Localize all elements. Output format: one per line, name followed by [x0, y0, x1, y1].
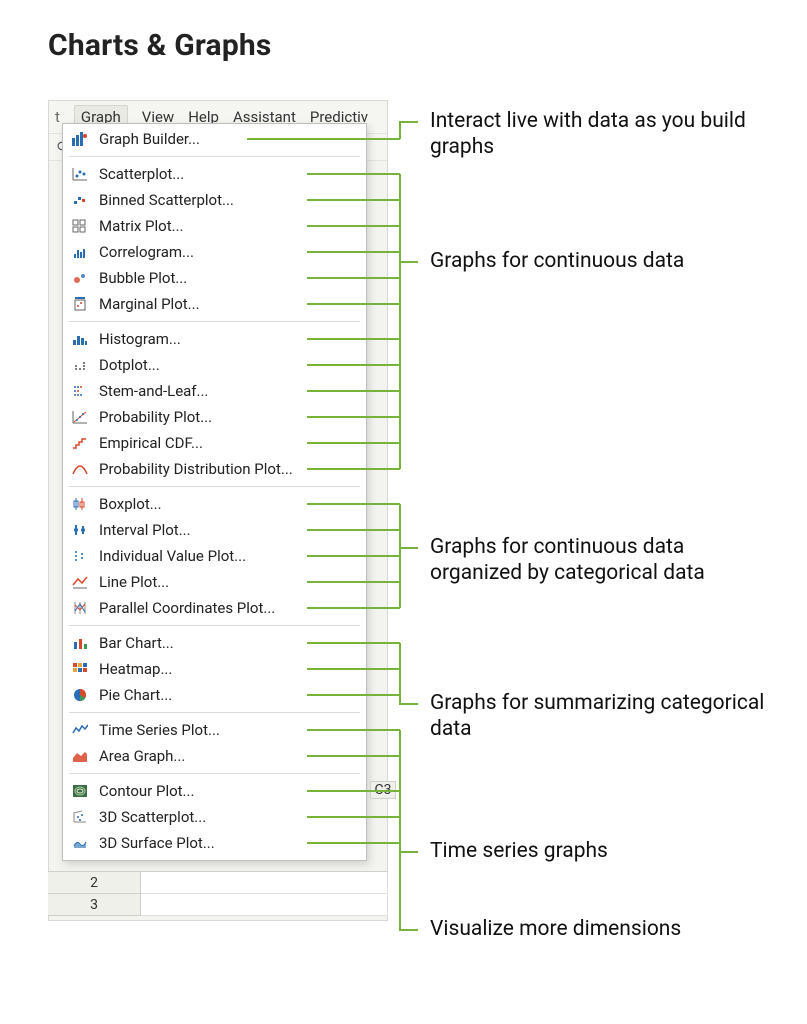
menu-item-graph-builder[interactable]: Graph Builder... [63, 126, 366, 152]
menu-item-binned-scatterplot[interactable]: Binned Scatterplot... [63, 187, 366, 213]
time-series-icon [71, 722, 89, 738]
annotation-categorical-summary: Graphs for summarizing categorical data [430, 690, 770, 743]
menu-item-area-graph[interactable]: Area Graph... [63, 743, 366, 769]
pie-chart-icon [71, 687, 89, 703]
marginal-plot-icon [71, 296, 89, 312]
menu-item-label: Empirical CDF... [99, 434, 203, 452]
parallel-coordinates-icon [71, 600, 89, 616]
annotation-continuous: Graphs for continuous data [430, 248, 684, 274]
menu-item-correlogram[interactable]: Correlogram... [63, 239, 366, 265]
menu-item-parallel-coordinates-plot[interactable]: Parallel Coordinates Plot... [63, 595, 366, 621]
menu-separator [69, 712, 360, 713]
probability-plot-icon [71, 409, 89, 425]
menu-item-bubble-plot[interactable]: Bubble Plot... [63, 265, 366, 291]
menu-separator [69, 156, 360, 157]
menu-item-label: Contour Plot... [99, 782, 194, 800]
menu-item-probability-distribution-plot[interactable]: Probability Distribution Plot... [63, 456, 366, 482]
page-title: Charts & Graphs [48, 28, 272, 63]
boxplot-icon [71, 496, 89, 512]
annotation-more-dimensions: Visualize more dimensions [430, 916, 681, 942]
individual-value-icon [71, 548, 89, 564]
binned-scatterplot-icon [71, 192, 89, 208]
menu-item-label: Scatterplot... [99, 165, 184, 183]
3d-scatterplot-icon [71, 809, 89, 825]
menu-item-label: Dotplot... [99, 356, 160, 374]
menu-item-label: Individual Value Plot... [99, 547, 246, 565]
menubar-trunc-left: t [55, 108, 60, 126]
row-header: 2 [48, 872, 141, 894]
histogram-icon [71, 331, 89, 347]
menu-separator [69, 773, 360, 774]
menu-item-label: Heatmap... [99, 660, 172, 678]
dotplot-icon [71, 357, 89, 373]
menu-item-label: 3D Surface Plot... [99, 834, 215, 852]
menu-item-individual-value-plot[interactable]: Individual Value Plot... [63, 543, 366, 569]
annotation-time-series: Time series graphs [430, 838, 608, 864]
menu-item-label: Graph Builder... [99, 130, 200, 148]
heatmap-icon [71, 661, 89, 677]
graph-builder-icon [71, 131, 89, 147]
menu-item-marginal-plot[interactable]: Marginal Plot... [63, 291, 366, 317]
menu-item-dotplot[interactable]: Dotplot... [63, 352, 366, 378]
menu-item-bar-chart[interactable]: Bar Chart... [63, 630, 366, 656]
menu-item-matrix-plot[interactable]: Matrix Plot... [63, 213, 366, 239]
menu-item-3d-surface-plot[interactable]: 3D Surface Plot... [63, 830, 366, 856]
menu-item-label: Interval Plot... [99, 521, 191, 539]
menu-item-label: Stem-and-Leaf... [99, 382, 208, 400]
menu-item-3d-scatterplot[interactable]: 3D Scatterplot... [63, 804, 366, 830]
menu-item-label: Histogram... [99, 330, 181, 348]
menu-item-label: Bar Chart... [99, 634, 174, 652]
menu-item-label: Correlogram... [99, 243, 194, 261]
menu-item-label: Binned Scatterplot... [99, 191, 234, 209]
3d-surface-plot-icon [71, 835, 89, 851]
bar-chart-icon [71, 635, 89, 651]
menu-item-label: Marginal Plot... [99, 295, 200, 313]
sheet-cell [141, 894, 388, 916]
row-header: 3 [48, 894, 141, 916]
menu-item-contour-plot[interactable]: Contour Plot... [63, 778, 366, 804]
menu-item-interval-plot[interactable]: Interval Plot... [63, 517, 366, 543]
graph-dropdown-menu: Graph Builder... Scatterplot... Binned Sca… [62, 123, 367, 861]
scatterplot-icon [71, 166, 89, 182]
bubble-plot-icon [71, 270, 89, 286]
menu-item-line-plot[interactable]: Line Plot... [63, 569, 366, 595]
matrix-plot-icon [71, 218, 89, 234]
menu-item-stem-and-leaf[interactable]: Stem-and-Leaf... [63, 378, 366, 404]
spreadsheet-fragment: 2 3 [48, 871, 388, 916]
area-graph-icon [71, 748, 89, 764]
menu-item-histogram[interactable]: Histogram... [63, 326, 366, 352]
menu-item-label: Area Graph... [99, 747, 185, 765]
menu-item-probability-plot[interactable]: Probability Plot... [63, 404, 366, 430]
annotation-continuous-by-categorical: Graphs for continuous data organized by … [430, 534, 770, 587]
menu-separator [69, 486, 360, 487]
line-plot-icon [71, 574, 89, 590]
menu-item-label: Probability Distribution Plot... [99, 460, 293, 478]
empirical-cdf-icon [71, 435, 89, 451]
menu-item-label: Line Plot... [99, 573, 169, 591]
menu-item-label: Boxplot... [99, 495, 162, 513]
menu-item-pie-chart[interactable]: Pie Chart... [63, 682, 366, 708]
stem-and-leaf-icon [71, 383, 89, 399]
menu-item-scatterplot[interactable]: Scatterplot... [63, 161, 366, 187]
menu-item-label: Parallel Coordinates Plot... [99, 599, 275, 617]
menu-item-heatmap[interactable]: Heatmap... [63, 656, 366, 682]
menu-separator [69, 625, 360, 626]
menu-item-boxplot[interactable]: Boxplot... [63, 491, 366, 517]
menu-item-time-series-plot[interactable]: Time Series Plot... [63, 717, 366, 743]
probability-distribution-icon [71, 461, 89, 477]
menu-item-label: 3D Scatterplot... [99, 808, 206, 826]
column-header-c3: C3 [370, 781, 396, 799]
menu-item-label: Matrix Plot... [99, 217, 184, 235]
menu-separator [69, 321, 360, 322]
menu-item-label: Time Series Plot... [99, 721, 220, 739]
interval-plot-icon [71, 522, 89, 538]
sheet-cell [141, 872, 388, 894]
annotation-graph-builder: Interact live with data as you build gra… [430, 108, 770, 161]
menu-item-label: Bubble Plot... [99, 269, 187, 287]
contour-plot-icon [71, 783, 89, 799]
correlogram-icon [71, 244, 89, 260]
menu-item-label: Pie Chart... [99, 686, 172, 704]
menu-item-label: Probability Plot... [99, 408, 212, 426]
menu-item-empirical-cdf[interactable]: Empirical CDF... [63, 430, 366, 456]
